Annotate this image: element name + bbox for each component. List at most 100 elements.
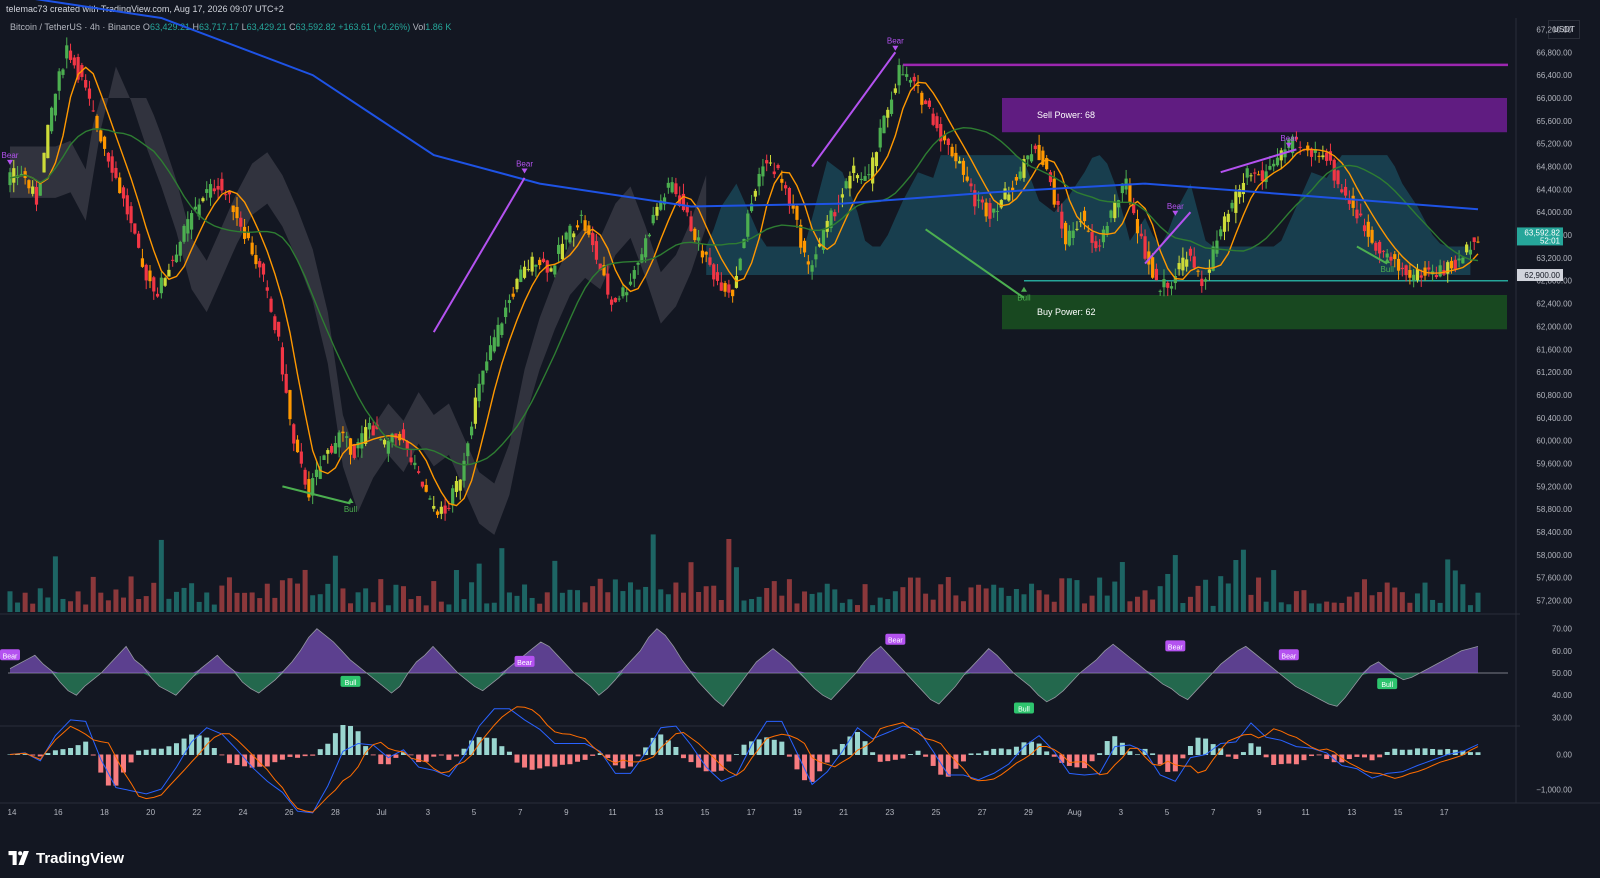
time-tick-label: 7 [1211, 808, 1216, 817]
candle-body [833, 212, 837, 217]
macd-histogram-bar [892, 754, 898, 760]
candle-body [1026, 155, 1030, 160]
price-tick-label: 58,000.00 [1536, 551, 1572, 560]
candle-body [250, 242, 254, 255]
macd-histogram-bar [1248, 743, 1254, 755]
volume-bar [1256, 577, 1262, 612]
volume-bar [1309, 603, 1315, 612]
macd-histogram-bar [658, 734, 664, 755]
candle-body [38, 183, 42, 196]
volume-bar [423, 605, 429, 612]
candle-body [84, 79, 88, 88]
candle-body [504, 307, 508, 318]
volume-bar [643, 586, 649, 612]
candle-body [1268, 165, 1272, 170]
candle-body [1063, 222, 1068, 245]
candle-body [553, 265, 557, 275]
volume-bar [537, 603, 543, 612]
volume-bar [892, 591, 898, 612]
candle-body [825, 220, 829, 232]
candle-body [19, 173, 23, 175]
candle-body [776, 165, 780, 169]
volume-bar [1089, 595, 1095, 612]
volume-bar [287, 578, 293, 612]
oscillator-tick-label: 30.00 [1552, 713, 1573, 722]
macd-histogram-bar [1029, 741, 1035, 755]
candle-body [961, 160, 966, 175]
candle-body [258, 261, 262, 268]
candle-body [1226, 213, 1230, 222]
volume-bar [196, 601, 202, 612]
chart-canvas[interactable]: Sell Power: 68 Buy Power: 62 Bear Bear Bear B… [0, 0, 1600, 878]
volume-bar [779, 595, 785, 612]
volume-bar [15, 602, 21, 612]
candle-body [886, 109, 890, 118]
candle-body [61, 69, 65, 75]
volume-bar [1157, 586, 1163, 612]
time-tick-label: 11 [608, 808, 617, 817]
macd-histogram-bar [552, 754, 558, 767]
macd-histogram-bar [1119, 742, 1125, 755]
candle-body [674, 183, 678, 195]
price-tick-label: 63,200.00 [1536, 254, 1572, 263]
candle-body [1086, 230, 1090, 232]
candle-body [1162, 279, 1166, 288]
macd-histogram-bar [718, 754, 724, 771]
candle-body [1011, 187, 1015, 191]
macd-histogram-bar [491, 738, 497, 755]
volume-bar [1119, 562, 1125, 612]
candle-body [1412, 274, 1416, 281]
volume-bar [627, 582, 633, 612]
macd-histogram-bar [113, 754, 119, 786]
candle-body [174, 254, 179, 263]
volume-bar [1066, 578, 1072, 612]
macd-histogram-bar [627, 754, 633, 767]
candle-body [1347, 199, 1351, 204]
candle-body [1033, 145, 1037, 150]
candle-body [1408, 270, 1412, 278]
macd-histogram-bar [1430, 748, 1436, 755]
volume-bar [1195, 585, 1201, 612]
volume-bar [522, 584, 528, 612]
candle-body [277, 321, 281, 337]
volume-bar [219, 585, 225, 612]
candle-body [859, 178, 863, 181]
candle-body [636, 262, 640, 265]
candle-body [1419, 275, 1423, 278]
candle-body [889, 99, 894, 114]
macd-histogram-bar [779, 741, 785, 755]
volume-bar [559, 592, 565, 612]
oscillator-upper-fill [10, 628, 1478, 673]
volume-bar [923, 593, 929, 612]
macd-histogram-bar [1180, 754, 1186, 759]
candle-body [666, 182, 670, 188]
volume-bar [855, 605, 861, 612]
candle-body [844, 181, 848, 189]
volume-bar [378, 579, 384, 612]
candle-body [810, 265, 814, 272]
macd-histogram-bar [317, 749, 323, 755]
candle-body [1200, 278, 1204, 287]
volume-bar [211, 604, 217, 612]
candle-body [625, 292, 629, 296]
candle-body [984, 202, 988, 217]
oscillator-tick-label: 60.00 [1552, 647, 1573, 656]
candle-body [1385, 253, 1389, 258]
macd-histogram-bar [302, 754, 308, 757]
tradingview-icon [8, 851, 29, 865]
candle-body [731, 289, 735, 297]
candle-body [34, 186, 39, 205]
candle-body [772, 171, 776, 175]
candle-body [371, 425, 375, 436]
volume-bar [469, 582, 475, 612]
volume-bar [189, 583, 195, 612]
candle-body [715, 272, 720, 281]
candle-body [1018, 171, 1022, 179]
candle-body [326, 450, 330, 454]
candle-body [235, 206, 239, 219]
volume-bar [22, 592, 28, 612]
time-tick-label: 3 [426, 808, 431, 817]
macd-histogram-bar [1187, 746, 1193, 755]
macd-histogram-bar [234, 754, 240, 765]
candle-body [568, 225, 572, 243]
